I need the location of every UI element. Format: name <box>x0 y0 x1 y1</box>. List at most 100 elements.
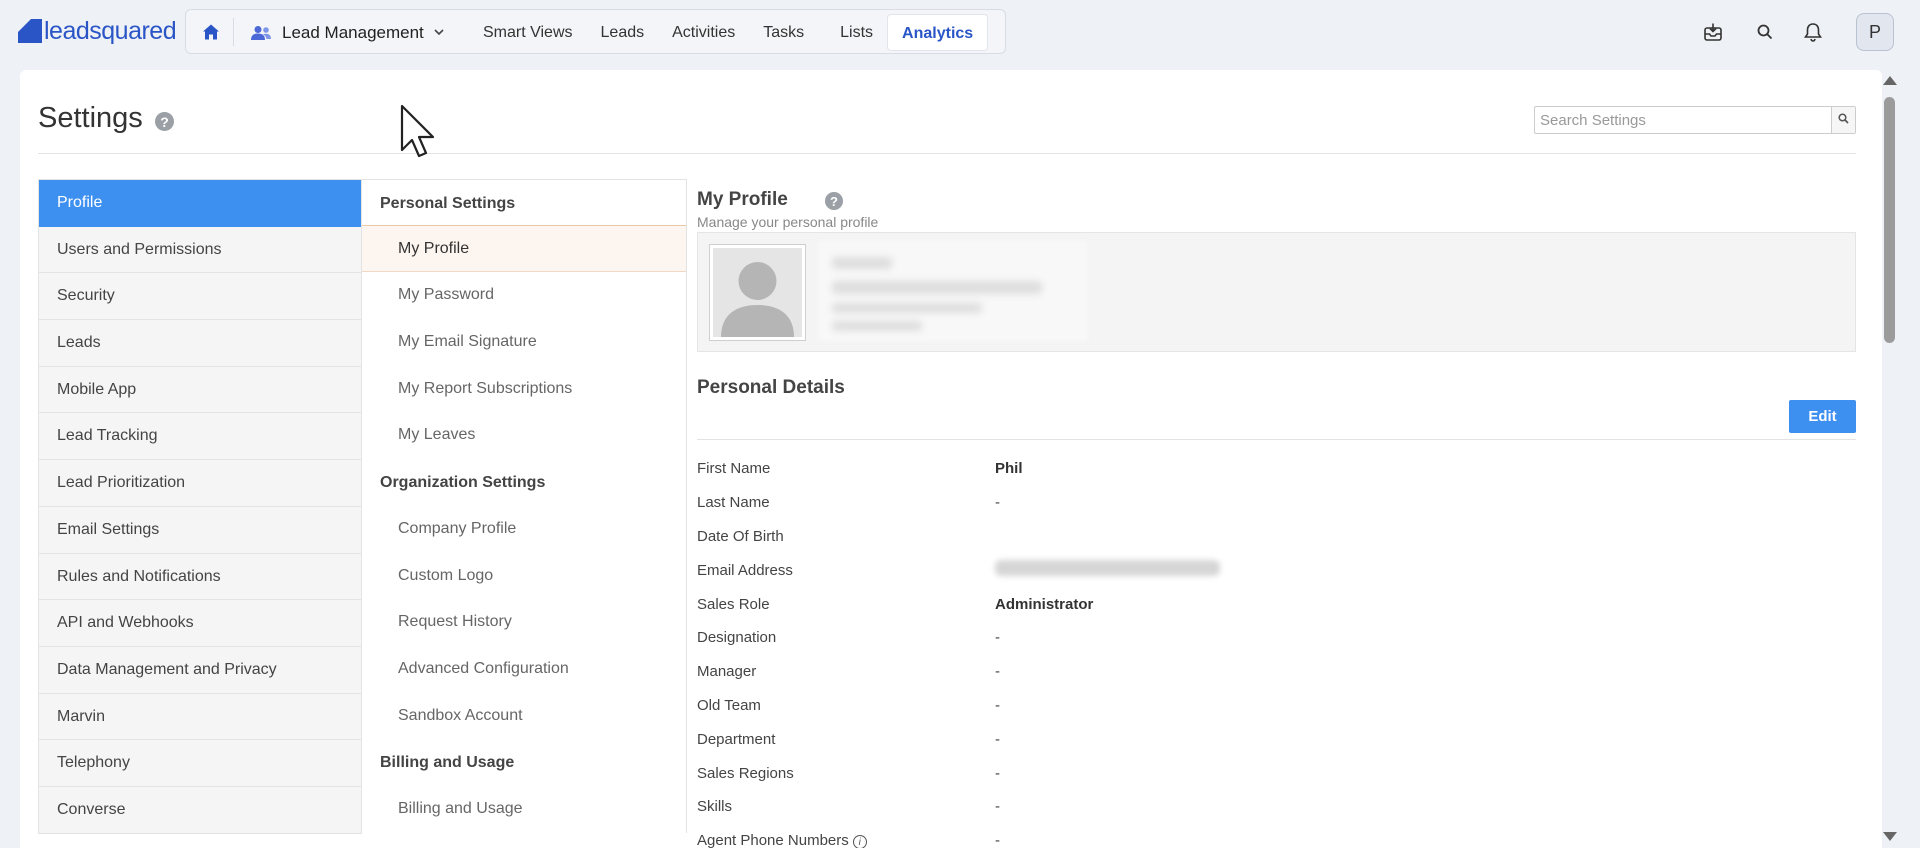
category-api-and-webhooks[interactable]: API and Webhooks <box>39 600 361 647</box>
info-icon[interactable]: i <box>852 835 867 848</box>
profile-summary <box>697 232 1856 352</box>
app-switcher-label: Lead Management <box>282 22 424 42</box>
detail-label: Sales Role <box>697 595 770 613</box>
category-security[interactable]: Security <box>39 273 361 321</box>
chevron-down-icon <box>434 29 444 36</box>
detail-row-first-name: First Name Phil <box>697 452 1856 486</box>
scrollbar-thumb[interactable] <box>1884 97 1895 343</box>
edit-button[interactable]: Edit <box>1789 400 1856 433</box>
detail-row-sales-role: Sales Role Administrator <box>697 587 1856 621</box>
detail-label: Date Of Birth <box>697 527 784 545</box>
detail-value: - <box>995 832 1000 848</box>
detail-label: Department <box>697 730 776 748</box>
submenu-request-history[interactable]: Request History <box>362 599 686 646</box>
logo-text: leadsquared <box>44 16 177 45</box>
detail-row-skills: Skills - <box>697 790 1856 824</box>
category-rules-and-notifications[interactable]: Rules and Notifications <box>39 553 361 601</box>
detail-row-last-name: Last Name - <box>697 486 1856 520</box>
leadsquared-logo[interactable]: leadsquared <box>18 16 177 46</box>
detail-label: Old Team <box>697 696 761 714</box>
scroll-down-arrow-icon[interactable] <box>1883 832 1897 841</box>
main-navigation: Lead Management Smart Views Leads Activi… <box>185 9 1006 54</box>
submenu-sandbox-account[interactable]: Sandbox Account <box>362 693 686 740</box>
category-email-settings[interactable]: Email Settings <box>39 506 361 554</box>
search-icon[interactable] <box>1754 21 1776 43</box>
title-divider <box>38 153 1856 154</box>
detail-value: Phil <box>995 460 1023 478</box>
home-icon[interactable] <box>200 21 222 43</box>
submenu-my-leaves[interactable]: My Leaves <box>362 412 686 459</box>
nav-link-analytics[interactable]: Analytics <box>887 14 989 51</box>
nav-link-tasks[interactable]: Tasks <box>749 14 826 51</box>
search-button[interactable] <box>1831 107 1855 133</box>
detail-label: Manager <box>697 663 757 681</box>
mouse-cursor-icon <box>400 104 440 162</box>
bell-icon[interactable] <box>1802 21 1824 43</box>
nav-divider <box>233 18 234 46</box>
nav-link-activities[interactable]: Activities <box>658 14 749 51</box>
category-profile[interactable]: Profile <box>39 180 361 227</box>
section-heading-billing-and-usage: Billing and Usage <box>380 754 515 772</box>
detail-row-date-of-birth: Date Of Birth <box>697 520 1856 554</box>
submenu-my-password[interactable]: My Password <box>362 272 686 319</box>
detail-row-old-team: Old Team - <box>697 689 1856 723</box>
scroll-up-arrow-icon[interactable] <box>1883 76 1897 85</box>
detail-row-sales-regions: Sales Regions - <box>697 756 1856 790</box>
settings-submenu: Personal Settings My Profile My Password… <box>361 179 687 833</box>
detail-value: - <box>995 696 1000 714</box>
category-lead-tracking[interactable]: Lead Tracking <box>39 413 361 461</box>
nav-link-leads[interactable]: Leads <box>587 14 659 51</box>
submenu-my-email-signature[interactable]: My Email Signature <box>362 319 686 366</box>
submenu-company-profile[interactable]: Company Profile <box>362 506 686 553</box>
section-heading-organization-settings: Organization Settings <box>380 474 546 492</box>
detail-label-wrap: Agent Phone Numbers i <box>697 832 995 848</box>
detail-label: Agent Phone Numbers <box>697 831 849 848</box>
category-mobile-app[interactable]: Mobile App <box>39 366 361 414</box>
logo-mark-icon <box>18 19 42 43</box>
inbox-download-icon[interactable] <box>1702 21 1724 43</box>
category-users-and-permissions[interactable]: Users and Permissions <box>39 226 361 274</box>
category-converse[interactable]: Converse <box>39 786 361 834</box>
detail-label: First Name <box>697 460 771 478</box>
personal-details-divider <box>697 439 1856 440</box>
nav-link-smart-views[interactable]: Smart Views <box>469 14 587 51</box>
user-silhouette-icon <box>713 248 802 337</box>
category-telephony[interactable]: Telephony <box>39 740 361 787</box>
detail-row-email-address: Email Address <box>697 553 1856 587</box>
app-switcher[interactable]: Lead Management <box>250 20 444 45</box>
detail-label: Email Address <box>697 561 793 579</box>
top-bar: leadsquared Lead Management Smart Views … <box>0 0 1920 64</box>
detail-row-manager: Manager - <box>697 655 1856 689</box>
detail-value: - <box>995 494 1000 512</box>
help-icon[interactable]: ? <box>155 112 174 131</box>
nav-link-lists[interactable]: Lists <box>826 14 887 51</box>
personal-details-title: Personal Details <box>697 377 845 398</box>
submenu-my-profile[interactable]: My Profile <box>362 225 686 273</box>
search-icon <box>1838 111 1849 129</box>
content-subtitle: Manage your personal profile <box>697 214 879 230</box>
detail-row-designation: Designation - <box>697 621 1856 655</box>
submenu-advanced-configuration[interactable]: Advanced Configuration <box>362 646 686 693</box>
redacted-email-value <box>995 560 1220 580</box>
page-scrollbar[interactable] <box>1880 72 1898 848</box>
detail-value: - <box>995 663 1000 681</box>
section-heading-personal-settings: Personal Settings <box>362 179 686 226</box>
profile-photo[interactable] <box>709 244 806 341</box>
people-icon <box>250 25 272 41</box>
category-lead-prioritization[interactable]: Lead Prioritization <box>39 460 361 507</box>
settings-card: Settings ? Profile Users and Permissions… <box>20 70 1882 848</box>
detail-row-agent-phone-numbers: Agent Phone Numbers i - <box>697 824 1856 848</box>
category-marvin[interactable]: Marvin <box>39 693 361 741</box>
page-title: Settings <box>38 102 143 134</box>
submenu-my-report-subscriptions[interactable]: My Report Subscriptions <box>362 366 686 413</box>
category-data-management-and-privacy[interactable]: Data Management and Privacy <box>39 646 361 694</box>
redacted-profile-info <box>818 241 1088 341</box>
submenu-billing-and-usage[interactable]: Billing and Usage <box>362 786 686 833</box>
user-avatar[interactable]: P <box>1856 13 1894 51</box>
help-icon[interactable]: ? <box>825 192 843 210</box>
nav-links: Smart Views Leads Activities Tasks Lists… <box>469 14 989 51</box>
detail-label: Last Name <box>697 494 770 512</box>
submenu-custom-logo[interactable]: Custom Logo <box>362 553 686 600</box>
search-settings-input[interactable] <box>1535 107 1832 133</box>
category-leads[interactable]: Leads <box>39 320 361 367</box>
